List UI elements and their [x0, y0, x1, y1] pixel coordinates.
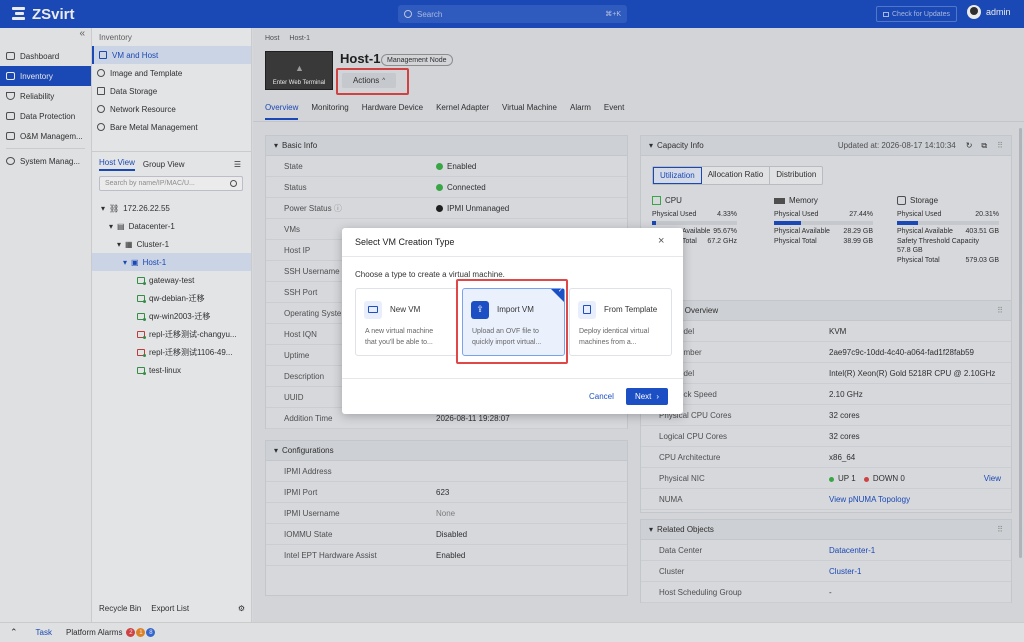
highlight-import-vm — [456, 279, 568, 364]
monitor-icon — [364, 301, 382, 319]
vm-creation-dialog: Select VM Creation Type × Choose a type … — [342, 228, 683, 414]
card-description: A new virtual machine that you'll be able… — [365, 326, 453, 348]
cancel-button[interactable]: Cancel — [589, 392, 614, 401]
next-label: Next — [634, 392, 652, 401]
card-new-vm[interactable]: New VM A new virtual machine that you'll … — [355, 288, 458, 356]
footer-divider — [342, 378, 683, 379]
chevron-right-icon: › — [656, 392, 660, 401]
next-button[interactable]: Next › — [626, 388, 668, 405]
card-from-template[interactable]: From Template Deploy identical virtual ma… — [569, 288, 672, 356]
desc-line: machines from a... — [579, 339, 637, 346]
desc-line: Deploy identical virtual — [579, 328, 650, 335]
card-description: Deploy identical virtual machines from a.… — [579, 326, 667, 348]
desc-line: A new virtual machine — [365, 328, 434, 335]
desc-line: that you'll be able to... — [365, 339, 433, 346]
close-icon[interactable]: × — [658, 235, 664, 247]
dialog-title: Select VM Creation Type — [355, 237, 455, 247]
dialog-subtitle: Choose a type to create a virtual machin… — [355, 270, 505, 279]
card-title: New VM — [390, 305, 421, 314]
header-divider — [342, 256, 683, 257]
card-title: From Template — [604, 305, 658, 314]
template-icon — [578, 301, 596, 319]
